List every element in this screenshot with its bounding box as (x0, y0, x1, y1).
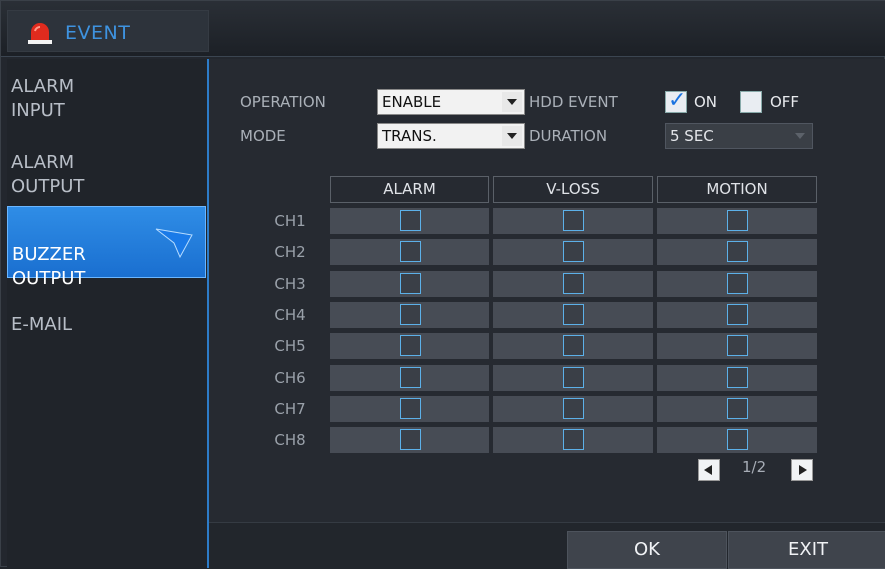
grid-cell (657, 301, 817, 328)
duration-label: DURATION (529, 127, 608, 145)
grid-cell (330, 270, 489, 297)
hdd-event-off-checkbox[interactable] (740, 91, 762, 113)
grid-cell (657, 364, 817, 391)
channel-checkbox[interactable] (563, 335, 584, 357)
operation-value: ENABLE (382, 93, 442, 111)
hdd-event-off-label: OFF (770, 93, 800, 111)
chevron-down-icon (502, 92, 522, 112)
grid-cell (493, 301, 653, 328)
grid-cell (493, 239, 653, 266)
next-page-button[interactable] (791, 459, 813, 481)
channel-checkbox[interactable] (400, 272, 421, 294)
grid-cell (330, 395, 489, 422)
grid-cell (493, 427, 653, 454)
prev-page-button[interactable] (698, 459, 720, 481)
grid-cell (657, 395, 817, 422)
channel-checkbox[interactable] (727, 397, 748, 419)
mode-value: TRANS. (382, 127, 437, 145)
channel-checkbox[interactable] (563, 241, 584, 263)
title-bar: EVENT (1, 1, 885, 57)
channel-checkbox[interactable] (727, 429, 748, 451)
channel-checkbox[interactable] (400, 366, 421, 388)
channel-checkbox[interactable] (563, 429, 584, 451)
chevron-down-icon (502, 126, 522, 146)
grid-cell (657, 239, 817, 266)
channel-label: CH8 (274, 431, 306, 450)
grid-cell (493, 395, 653, 422)
grid-cell (493, 364, 653, 391)
column-header-motion: MOTION (657, 176, 817, 203)
channel-checkbox[interactable] (563, 366, 584, 388)
chevron-down-icon (790, 126, 810, 146)
channel-checkbox[interactable] (563, 397, 584, 419)
channel-label: CH4 (274, 305, 306, 324)
hdd-event-on-label: ON (694, 93, 718, 111)
channel-checkbox[interactable] (727, 210, 748, 231)
grid-cell (493, 333, 653, 360)
grid-cell (493, 270, 653, 297)
alarm-siren-icon (28, 23, 52, 44)
channel-label: CH5 (274, 337, 306, 356)
channel-checkbox[interactable] (727, 335, 748, 357)
channel-checkbox[interactable] (563, 303, 584, 325)
duration-value: 5 SEC (670, 127, 714, 145)
channel-label: CH3 (274, 274, 306, 293)
channel-checkbox[interactable] (400, 429, 421, 451)
grid-cell (657, 270, 817, 297)
sidebar: ALARM INPUT ALARM OUTPUT BUZZER OUTPUT E… (7, 59, 209, 568)
cursor-arrow-icon (155, 228, 193, 259)
channel-checkbox[interactable] (400, 397, 421, 419)
grid-cell (657, 427, 817, 454)
channel-label: CH6 (274, 368, 306, 387)
window-title: EVENT (65, 22, 131, 44)
operation-label: OPERATION (240, 93, 326, 111)
channel-checkbox[interactable] (400, 303, 421, 325)
grid-cell (493, 208, 653, 234)
channel-checkbox[interactable] (400, 241, 421, 263)
exit-button[interactable]: EXIT (728, 531, 885, 569)
channel-checkbox[interactable] (727, 272, 748, 294)
channel-label: CH7 (274, 399, 306, 418)
sidebar-item-alarm-output[interactable]: ALARM OUTPUT (7, 139, 206, 211)
channel-checkbox[interactable] (400, 335, 421, 357)
grid-cell (657, 333, 817, 360)
sidebar-item-buzzer-output[interactable]: BUZZER OUTPUT (7, 206, 206, 289)
column-header-alarm: ALARM (330, 176, 489, 203)
channel-checkbox[interactable] (563, 210, 584, 231)
grid-cell (330, 333, 489, 360)
grid-cell (330, 301, 489, 328)
channel-label: CH1 (274, 212, 306, 230)
grid-cell (330, 427, 489, 454)
channel-checkbox[interactable] (727, 303, 748, 325)
operation-select[interactable]: ENABLE (377, 89, 525, 115)
duration-select: 5 SEC (665, 123, 813, 149)
channel-label: CH2 (274, 243, 306, 262)
page-indicator: 1/2 (742, 458, 767, 476)
main-panel: OPERATION ENABLE HDD EVENT ON OFF MODE T… (209, 59, 885, 569)
hdd-event-on-checkbox[interactable] (665, 88, 687, 113)
event-window: EVENT ALARM INPUT ALARM OUTPUT BUZZER OU… (0, 0, 885, 569)
grid-cell (330, 208, 489, 234)
mode-select[interactable]: TRANS. (377, 123, 525, 149)
grid-cell (330, 239, 489, 266)
grid-cell (657, 208, 817, 234)
hdd-event-label: HDD EVENT (529, 93, 618, 111)
channel-checkbox[interactable] (727, 241, 748, 263)
mode-label: MODE (240, 127, 286, 145)
footer-bar: OK EXIT (209, 522, 885, 569)
sidebar-item-alarm-input[interactable]: ALARM INPUT (7, 63, 206, 135)
column-header-v-loss: V-LOSS (493, 176, 653, 203)
sidebar-item-email[interactable]: E-MAIL (7, 301, 206, 373)
channel-checkbox[interactable] (400, 210, 421, 231)
ok-button[interactable]: OK (567, 531, 727, 569)
channel-checkbox[interactable] (727, 366, 748, 388)
channel-checkbox[interactable] (563, 272, 584, 294)
sidebar-item-label: BUZZER OUTPUT (12, 244, 86, 289)
grid-cell (330, 364, 489, 391)
